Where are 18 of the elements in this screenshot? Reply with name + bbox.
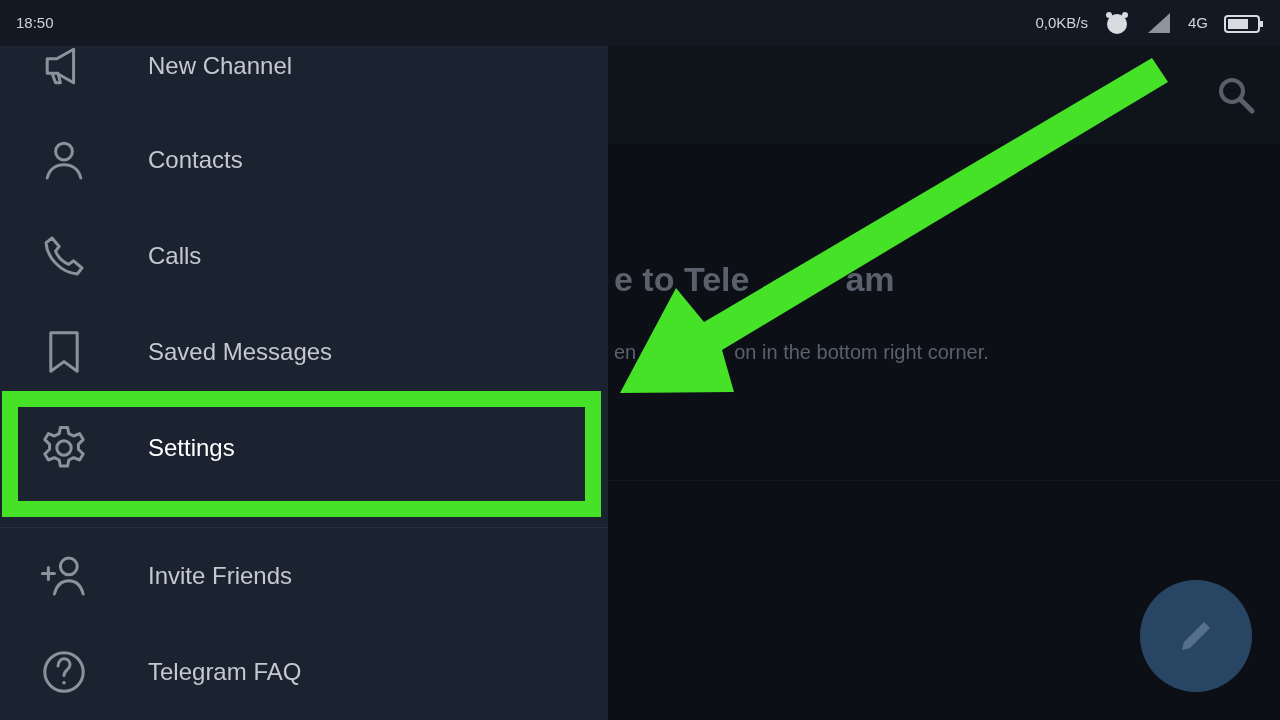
menu-item[interactable]: Settings bbox=[0, 400, 608, 496]
network-type: 4G bbox=[1188, 12, 1208, 33]
clock-time: 18:50 bbox=[16, 12, 54, 33]
help-icon bbox=[40, 648, 88, 696]
welcome-title: e to Tele bbox=[614, 259, 750, 300]
menu-item[interactable]: Contacts bbox=[0, 112, 608, 208]
menu-item[interactable]: Invite Friends bbox=[0, 528, 608, 624]
search-icon[interactable] bbox=[1216, 75, 1256, 115]
network-speed: 0,0KB/s bbox=[1035, 12, 1088, 33]
welcome-hint: on in the bottom right corner. bbox=[734, 340, 989, 365]
signal-icon bbox=[1146, 11, 1172, 35]
app-notification-icon bbox=[1104, 10, 1130, 36]
menu-item[interactable]: Saved Messages bbox=[0, 304, 608, 400]
menu-item[interactable]: New Channel bbox=[0, 46, 608, 86]
welcome-title: am bbox=[845, 259, 895, 300]
menu-item[interactable]: Calls bbox=[0, 208, 608, 304]
welcome-hint: en bbox=[614, 340, 637, 365]
menu-item[interactable]: Telegram FAQ bbox=[0, 624, 608, 720]
